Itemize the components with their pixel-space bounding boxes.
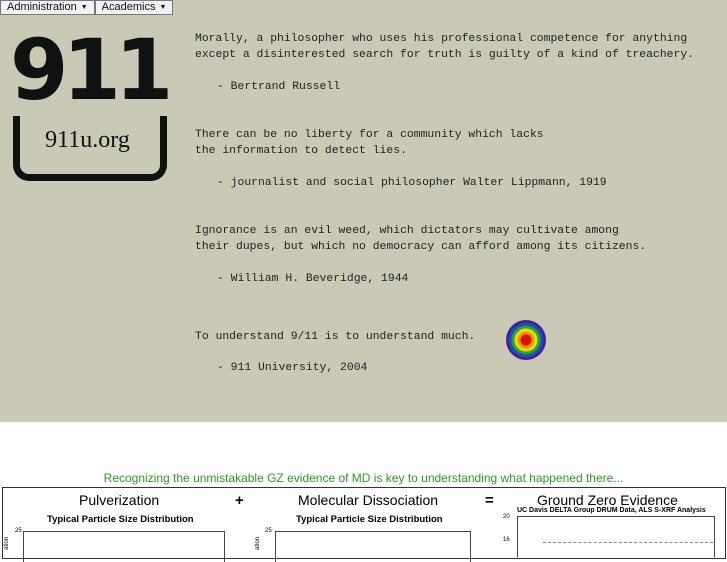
chart3-subtitle: UC Davis DELTA Group DRUM Data, ALS S-XR… <box>517 507 706 514</box>
chart3-ytick-top: 20 <box>503 514 510 520</box>
quote-attribution: - Bertrand Russell <box>217 81 341 93</box>
evidence-tagline: Recognizing the unmistakable GZ evidence… <box>103 471 624 485</box>
menu-bar: Administration ▼ Academics ▼ <box>0 0 174 15</box>
chart3-ytick-mid: 16 <box>503 537 510 543</box>
quote-attribution: - journalist and social philosopher Walt… <box>217 177 607 189</box>
quote-text: Ignorance is an evil weed, which dictato… <box>195 225 647 253</box>
chart3-gridline <box>543 542 713 543</box>
dropdown-arrow-icon: ▼ <box>159 4 167 11</box>
academics-label: Academics <box>101 1 156 13</box>
chart1-plot <box>23 531 225 562</box>
chart1-ytick: 25 <box>15 528 22 534</box>
quote-4: To understand 9/11 is to understand much… <box>195 329 725 376</box>
logo-url: 911u.org <box>45 127 130 153</box>
chart2-plot <box>275 531 471 562</box>
academics-menu[interactable]: Academics ▼ <box>94 0 174 15</box>
quote-attribution: - William H. Beveridge, 1944 <box>217 273 409 285</box>
quote-2: There can be no liberty for a community … <box>195 127 725 191</box>
chart2-ytick: 25 <box>265 528 272 534</box>
quote-text: There can be no liberty for a community … <box>195 129 544 157</box>
chart2-subtitle: Typical Particle Size Distribution <box>296 514 443 525</box>
ground-zero-evidence-title: Ground Zero Evidence <box>537 492 678 508</box>
chart3-plot <box>517 516 715 557</box>
chart2-axis-label: ation <box>255 536 261 550</box>
chart1-subtitle: Typical Particle Size Distribution <box>47 514 194 525</box>
chart1-axis-label: ation <box>4 536 10 550</box>
quote-text: To understand 9/11 is to understand much… <box>195 331 476 343</box>
dropdown-arrow-icon: ▼ <box>80 4 88 11</box>
equals-sign: = <box>485 492 494 509</box>
evidence-panel[interactable]: Pulverization + Molecular Dissociation =… <box>2 487 726 562</box>
molecular-dissociation-title: Molecular Dissociation <box>298 492 439 508</box>
quote-3: Ignorance is an evil weed, which dictato… <box>195 223 725 287</box>
header-section: Administration ▼ Academics ▼ 911 911u.or… <box>0 0 727 422</box>
quote-attribution: - 911 University, 2004 <box>217 362 368 374</box>
quote-1: Morally, a philosopher who uses his prof… <box>195 31 725 95</box>
pulverization-title: Pulverization <box>79 492 160 508</box>
site-logo[interactable]: 911 911u.org <box>10 21 173 185</box>
quote-text: Morally, a philosopher who uses his prof… <box>195 33 694 61</box>
quotes-block: Morally, a philosopher who uses his prof… <box>195 31 725 376</box>
plus-sign: + <box>235 492 244 509</box>
logo-number: 911 <box>10 21 173 119</box>
target-orb-icon[interactable] <box>506 320 546 360</box>
administration-label: Administration <box>7 1 77 13</box>
administration-menu[interactable]: Administration ▼ <box>0 0 95 15</box>
